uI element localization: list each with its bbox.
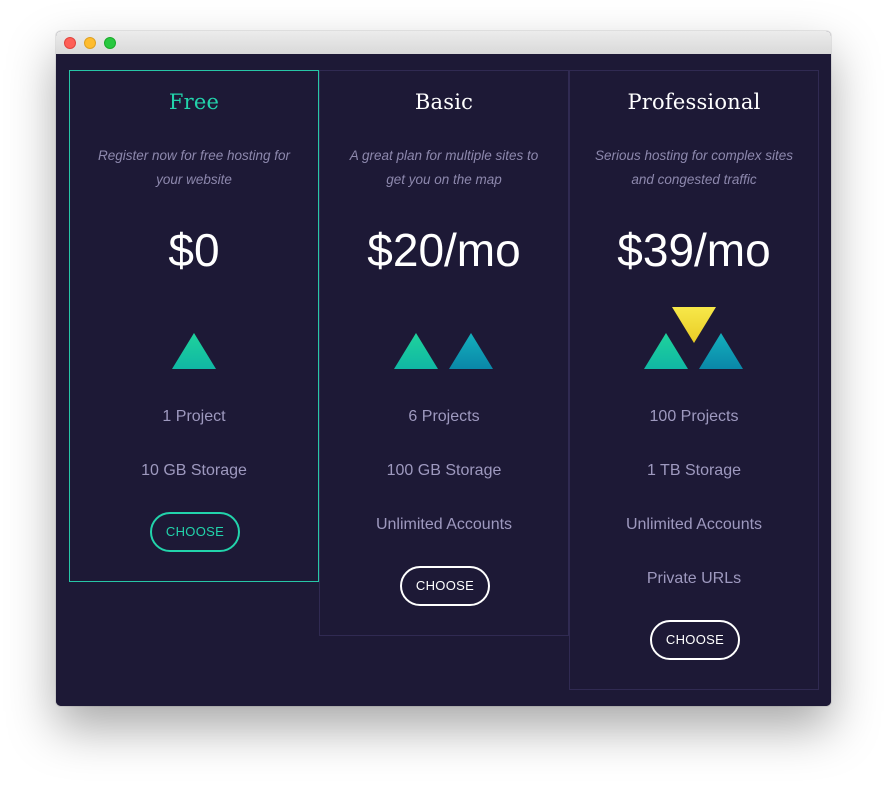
plan-price: $39/mo [617,224,771,276]
single-triangle-icon [172,333,216,369]
choose-basic-button[interactable]: CHOOSE [400,566,490,606]
plan-card-free: Free Register now for free hosting for y… [69,70,319,582]
feature-accounts: Unlimited Accounts [625,516,763,533]
plan-name: Free [168,90,220,114]
window-close-button[interactable] [64,37,76,49]
pricing-table: Free Register now for free hosting for y… [56,54,831,706]
feature-storage: 10 GB Storage [141,462,247,479]
plan-description: Register now for free hosting for your w… [97,148,291,187]
three-triangles-icon [644,307,743,369]
choose-professional-button[interactable]: CHOOSE [650,620,740,660]
feature-projects: 1 Project [162,408,226,425]
app-window: Free Register now for free hosting for y… [56,31,831,706]
feature-projects: 6 Projects [408,408,480,425]
window-zoom-button[interactable] [104,37,116,49]
window-titlebar [56,31,831,55]
plan-description: Serious hosting for complex sites and co… [594,148,794,187]
feature-private-urls: Private URLs [646,570,742,587]
plan-name: Basic [414,90,474,114]
plan-card-professional: Professional Serious hosting for complex… [569,70,819,690]
feature-storage: 100 GB Storage [386,462,502,479]
feature-accounts: Unlimited Accounts [375,516,513,533]
plan-card-basic: Basic A great plan for multiple sites to… [319,70,569,636]
plan-icon [70,307,318,371]
feature-projects: 100 Projects [649,408,739,425]
plan-price: $0 [168,224,220,276]
plan-description: A great plan for multiple sites to get y… [349,148,539,187]
window-minimize-button[interactable] [84,37,96,49]
choose-free-button[interactable]: CHOOSE [150,512,240,552]
two-triangles-icon [394,333,493,369]
plan-price: $20/mo [367,224,521,276]
plan-icon [570,307,818,371]
plan-icon [320,307,568,371]
plan-name: Professional [627,90,761,114]
feature-storage: 1 TB Storage [647,462,741,479]
